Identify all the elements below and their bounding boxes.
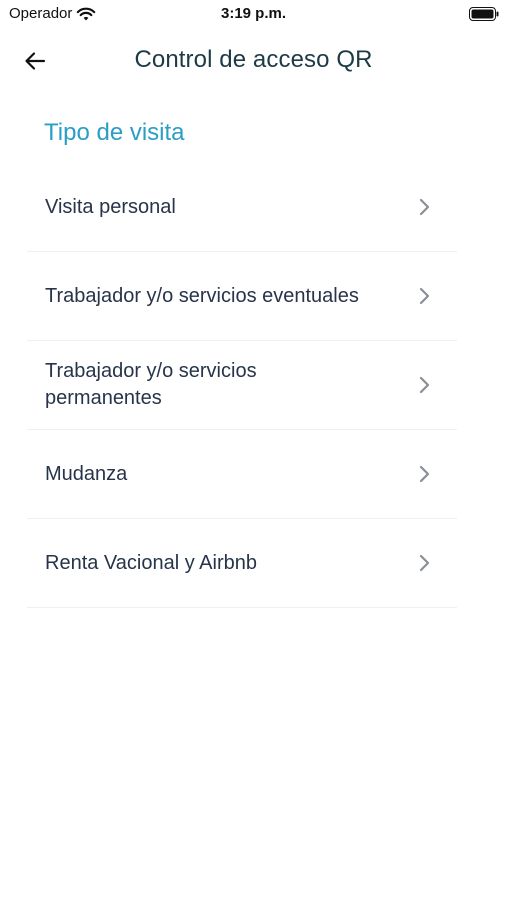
section-title: Tipo de visita: [44, 119, 185, 146]
list-item-label: Trabajador y/o servicios eventuales: [45, 284, 359, 307]
list-item-trabajador-eventuales[interactable]: Trabajador y/o servicios eventuales: [27, 252, 457, 341]
list-item-label: Renta Vacional y Airbnb: [45, 551, 257, 574]
list-item-trabajador-permanentes[interactable]: Trabajador y/o servicios permanentes: [27, 341, 457, 430]
list-item-mudanza[interactable]: Mudanza: [27, 430, 457, 519]
list-item-label: Mudanza: [45, 462, 128, 485]
chevron-right-icon: [419, 554, 430, 572]
page-title: Control de acceso QR: [134, 46, 373, 73]
list-item-renta-vacional-airbnb[interactable]: Renta Vacional y Airbnb: [27, 519, 457, 608]
chevron-right-icon: [419, 465, 430, 483]
visit-type-list: Visita personal Trabajador y/o servicios…: [27, 163, 457, 608]
list-item-label: Visita personal: [45, 195, 176, 218]
chevron-right-icon: [419, 376, 430, 394]
list-item-visita-personal[interactable]: Visita personal: [27, 163, 457, 252]
chevron-right-icon: [419, 198, 430, 216]
status-bar: Operador 3:19 p.m.: [0, 0, 507, 28]
nav-header: Control de acceso QR: [0, 36, 507, 86]
list-item-label: Trabajador y/o servicios permanentes: [45, 360, 257, 409]
chevron-right-icon: [419, 287, 430, 305]
status-time: 3:19 p.m.: [220, 5, 287, 22]
battery-icon: [469, 7, 499, 21]
